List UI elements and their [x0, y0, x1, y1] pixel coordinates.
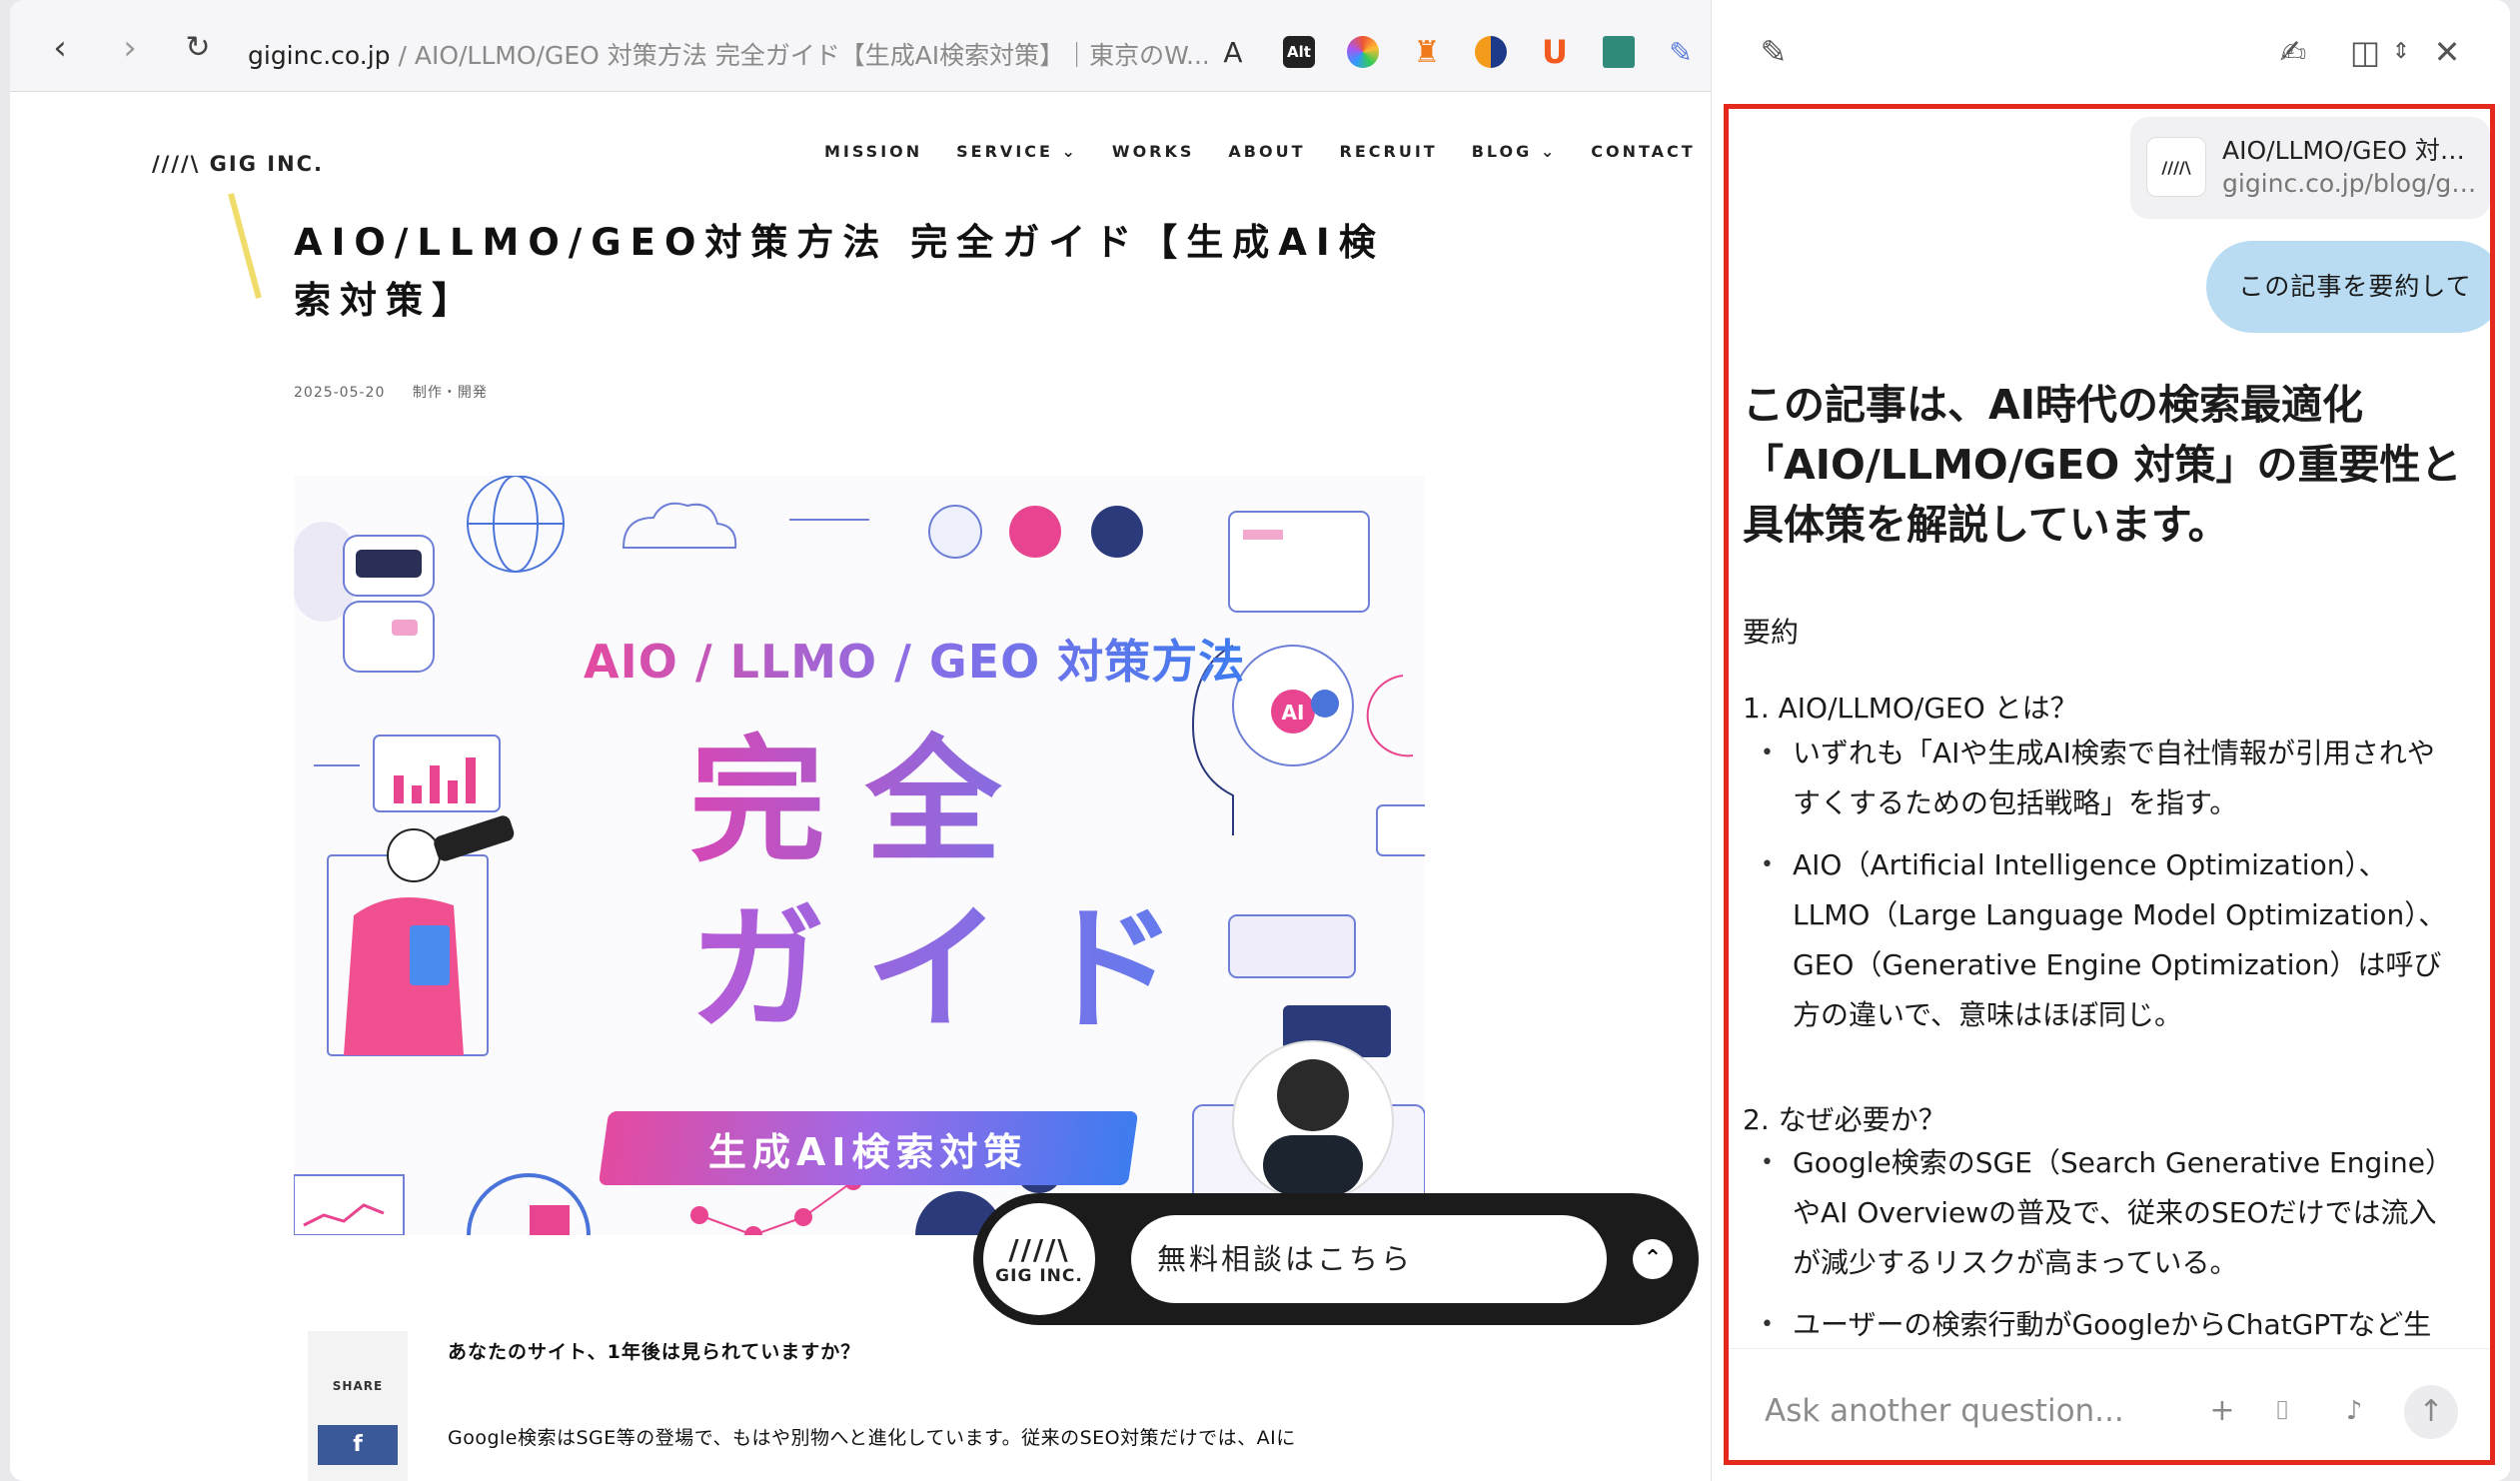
nav-contact[interactable]: CONTACT: [1591, 142, 1695, 161]
page-reference-card[interactable]: ////\ AIO/LLMO/GEO 対… giginc.co.jp/blog/…: [2130, 117, 2490, 219]
color-wheel-icon[interactable]: [1347, 36, 1379, 68]
hero-title-line2: ガイド: [689, 859, 1217, 1056]
chevron-up-icon[interactable]: ⌃: [1633, 1239, 1673, 1279]
half-circle-icon[interactable]: [1475, 36, 1507, 68]
orange-figure-icon[interactable]: ♜: [1411, 35, 1443, 70]
sidebar-layout-icon[interactable]: ◫: [2345, 32, 2385, 72]
logo-mark-icon: ////\: [1008, 1232, 1070, 1266]
chevron-down-icon: ⌄: [1061, 142, 1078, 161]
section-heading-1: 1. AIO/LLMO/GEO とは？: [1743, 692, 2078, 725]
nav-recruit[interactable]: RECRUIT: [1340, 142, 1438, 161]
url-title: / AIO/LLMO/GEO 対策方法 完全ガイド【生成AI検索対策】｜東京のW…: [390, 41, 1207, 70]
reload-icon[interactable]: ↻: [180, 30, 216, 66]
site-nav: MISSION SERVICE ⌄ WORKS ABOUT RECRUIT BL…: [824, 142, 1696, 161]
plus-icon[interactable]: +: [2204, 1393, 2240, 1429]
chevron-down-icon: ⌄: [1540, 142, 1558, 161]
consult-button[interactable]: 無料相談はこちら: [1131, 1215, 1607, 1303]
sidebar-toolbar: ✎ ✍ ◫ ⇕ ✕: [1712, 0, 2510, 100]
alt-text-icon[interactable]: Alt: [1283, 36, 1315, 68]
back-icon[interactable]: ‹: [42, 30, 78, 66]
answer-headline: この記事は、AI時代の検索最適化「AIO/LLMO/GEO 対策」の重要性と具体…: [1743, 381, 2462, 549]
u-icon[interactable]: U: [1539, 33, 1571, 71]
forward-icon[interactable]: ›: [112, 30, 148, 66]
share-label: SHARE: [332, 1379, 384, 1393]
camera-icon[interactable]: ⌷: [2264, 1393, 2300, 1429]
consult-logo: ////\ GIG INC.: [983, 1203, 1095, 1315]
article-date: 2025-05-20: [294, 385, 386, 401]
summary-label: 要約: [1743, 616, 1800, 649]
article-meta: 2025-05-20 制作・開発: [294, 382, 510, 402]
svg-text:AI: AI: [1282, 701, 1305, 725]
article-category[interactable]: 制作・開発: [413, 385, 488, 401]
user-message: この記事を要約して: [2206, 241, 2490, 333]
chat-panel: ////\ AIO/LLMO/GEO 対… giginc.co.jp/blog/…: [1724, 104, 2495, 1465]
title-accent-line: [228, 193, 262, 299]
new-chat-icon[interactable]: ✎: [1754, 32, 1794, 72]
site-logo[interactable]: ////\ GIG INC.: [152, 152, 324, 176]
ask-input[interactable]: Ask another question...: [1765, 1393, 2124, 1429]
browser-window: ‹ › ↻ giginc.co.jp / AIO/LLMO/GEO 対策方法 完…: [10, 0, 2510, 1481]
teal-square-icon[interactable]: [1603, 36, 1635, 68]
facebook-share-button[interactable]: f: [318, 1425, 398, 1465]
send-button[interactable]: ↑: [2404, 1385, 2458, 1439]
hero-subtitle: AIO / LLMO / GEO 対策方法: [584, 635, 1246, 689]
notes-icon[interactable]: ✎: [1665, 36, 1697, 69]
nav-blog[interactable]: BLOG ⌄: [1472, 142, 1558, 161]
list-item: いずれも「AIや生成AI検索で自社情報が引用されやすくするための包括戦略」を指す…: [1759, 729, 2458, 828]
ref-title: AIO/LLMO/GEO 対…: [2222, 136, 2465, 165]
list-item: AIO（Artificial Intelligence Optimization…: [1759, 840, 2458, 1040]
translate-icon[interactable]: A: [1217, 36, 1249, 69]
pen-icon[interactable]: ✍: [2273, 32, 2313, 72]
browser-toolbar: ‹ › ↻ giginc.co.jp / AIO/LLMO/GEO 対策方法 完…: [10, 0, 1711, 92]
consult-widget[interactable]: ////\ GIG INC. 無料相談はこちら ⌃: [973, 1193, 1699, 1325]
close-icon[interactable]: ✕: [2427, 32, 2467, 72]
article-body: Google検索はSGE等の登場で、もはや別物へと進化しています。従来のSEO対…: [448, 1427, 1296, 1449]
ai-sidebar: ✎ ✍ ◫ ⇕ ✕ ////\ AIO/LLMO/GEO 対… giginc.c…: [1711, 0, 2510, 1481]
list-item: ユーザーの検索行動がGoogleからChatGPTなど生: [1759, 1300, 2458, 1350]
ask-bar: Ask another question... + ⌷ ♪ ↑: [1729, 1348, 2490, 1460]
microphone-icon[interactable]: ♪: [2336, 1393, 2372, 1429]
nav-about[interactable]: ABOUT: [1228, 142, 1305, 161]
address-bar[interactable]: giginc.co.jp / AIO/LLMO/GEO 対策方法 完全ガイド【生…: [248, 36, 1207, 72]
list-item: Google検索のSGE（Search Generative Engine）やA…: [1759, 1138, 2458, 1288]
nav-works[interactable]: WORKS: [1112, 142, 1195, 161]
share-box: SHARE f: [308, 1331, 408, 1481]
nav-service[interactable]: SERVICE ⌄: [956, 142, 1078, 161]
article-lead: あなたのサイト、1年後は見られていますか？: [448, 1341, 861, 1363]
ref-url: giginc.co.jp/blog/gi...: [2222, 169, 2478, 198]
nav-mission[interactable]: MISSION: [824, 142, 922, 161]
chevron-updown-icon[interactable]: ⇕: [2381, 32, 2421, 72]
hero-image: AI AIO / LLMO / GEO 対策方法 完全 ガイド 生成AI検索対策: [294, 476, 1425, 1235]
hero-band: 生成AI検索対策: [598, 1111, 1139, 1185]
site-favicon-icon: ////\: [2146, 137, 2206, 197]
url-host: giginc.co.jp: [248, 41, 391, 70]
web-page: ////\ GIG INC. MISSION SERVICE ⌄ WORKS A…: [10, 92, 1711, 1481]
section-heading-2: 2. なぜ必要か？: [1743, 1103, 1946, 1136]
article-title: AIO/LLMO/GEO対策方法 完全ガイド【生成AI検索対策】: [294, 221, 1385, 322]
